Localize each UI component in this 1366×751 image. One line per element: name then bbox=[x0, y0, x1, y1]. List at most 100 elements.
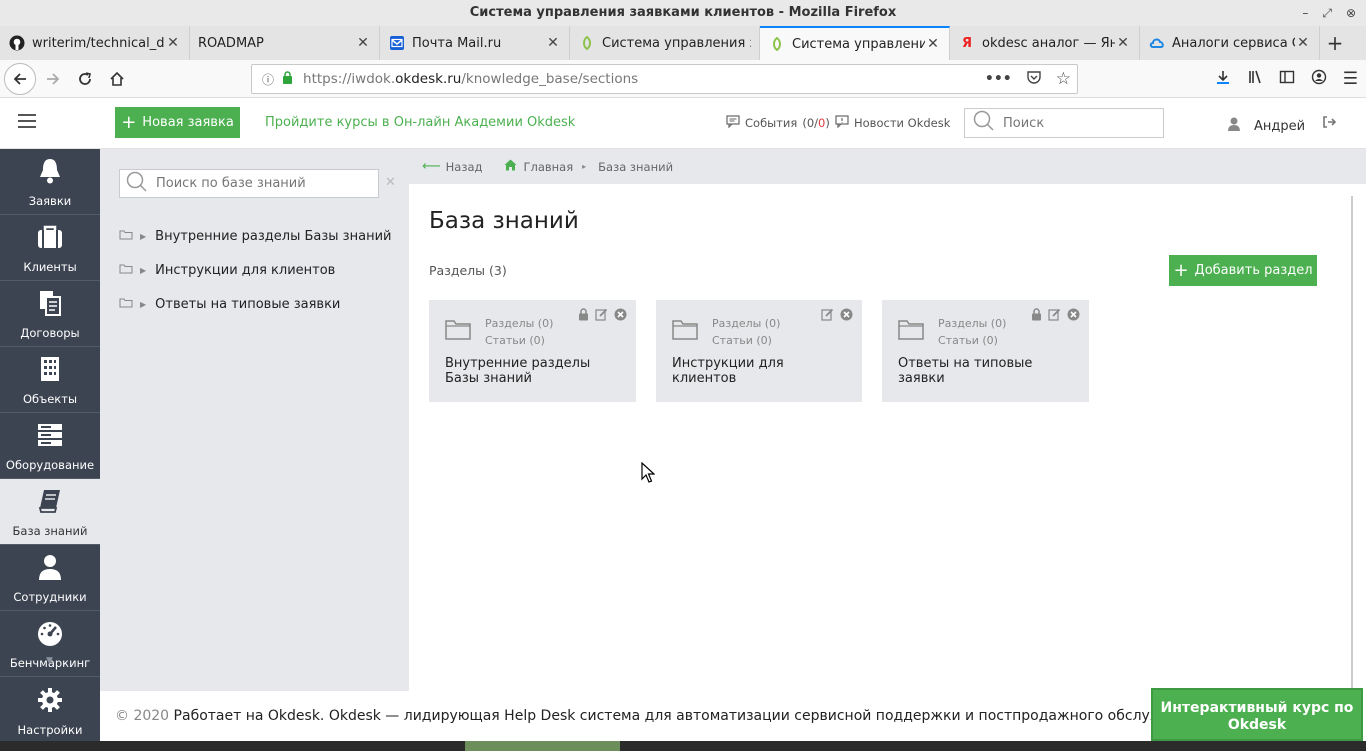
sidebar-item-knowledge-base[interactable]: База знаний bbox=[0, 479, 100, 545]
forward-button[interactable] bbox=[38, 64, 68, 94]
lock-icon bbox=[578, 308, 589, 325]
okdesk-news-link[interactable]: Новости Okdesk bbox=[835, 115, 950, 131]
events-link[interactable]: События (0/0) bbox=[726, 115, 830, 131]
sidebar-item-benchmarking[interactable]: Бенчмаркинг bbox=[0, 611, 100, 677]
kb-search-input[interactable] bbox=[156, 176, 378, 191]
back-button[interactable] bbox=[4, 63, 36, 95]
sidebar-toggle-icon[interactable] bbox=[1279, 69, 1295, 89]
logout-icon[interactable] bbox=[1322, 115, 1337, 133]
add-section-button[interactable]: + Добавить раздел bbox=[1169, 255, 1317, 286]
global-search-input[interactable] bbox=[1003, 115, 1163, 131]
new-tab-button[interactable]: + bbox=[1320, 26, 1350, 60]
pocket-icon[interactable] bbox=[1026, 69, 1042, 89]
home-button[interactable] bbox=[102, 64, 132, 94]
account-icon[interactable] bbox=[1311, 69, 1327, 89]
kb-search[interactable] bbox=[119, 169, 379, 198]
sidebar-item-settings[interactable]: Настройки bbox=[0, 677, 100, 743]
academy-courses-link[interactable]: Пройдите курсы в Он-лайн Академии Okdesk bbox=[265, 115, 575, 130]
browser-tab[interactable]: ROADMAP ✕ bbox=[190, 26, 380, 60]
sidebar-scroll-down-icon[interactable]: ▼ bbox=[46, 656, 53, 666]
new-ticket-button[interactable]: + Новая заявка bbox=[115, 107, 240, 138]
edit-icon[interactable] bbox=[821, 308, 834, 325]
breadcrumb-current: База знаний bbox=[598, 159, 674, 174]
kb-tree-panel: ✕ ▶ Внутренние разделы Базы знаний ▶ Инс… bbox=[100, 149, 409, 691]
close-window-icon[interactable]: ⊗ bbox=[1346, 0, 1356, 26]
info-icon[interactable]: ⓘ bbox=[262, 71, 274, 88]
library-icon[interactable] bbox=[1247, 69, 1263, 89]
close-icon[interactable]: ✕ bbox=[1295, 35, 1311, 51]
back-link[interactable]: ⟵ Назад bbox=[422, 159, 482, 174]
mail-icon bbox=[388, 34, 406, 52]
sidebar-item-tickets[interactable]: Заявки bbox=[0, 149, 100, 215]
restore-icon[interactable]: ⤢ bbox=[1322, 0, 1332, 26]
section-card[interactable]: Разделы (0) Статьи (0) Инструкции для кл… bbox=[656, 300, 862, 402]
menu-icon[interactable]: ☰ bbox=[1343, 69, 1358, 89]
sidebar-item-objects[interactable]: Объекты bbox=[0, 347, 100, 413]
home-link[interactable]: Главная ▸ bbox=[504, 159, 588, 174]
gear-icon bbox=[37, 685, 63, 715]
url-prefix: https://iwdok. bbox=[303, 71, 396, 87]
arrow-right-icon bbox=[47, 73, 60, 85]
copyright: © 2020 bbox=[115, 708, 170, 724]
bookmark-star-icon[interactable]: ☆ bbox=[1056, 69, 1071, 89]
card-title[interactable]: Ответы на типовые заявки bbox=[898, 356, 1077, 386]
url-bar[interactable]: ⓘ https://iwdok. okdesk.ru/knowledge_base… bbox=[251, 64, 1078, 94]
card-sections-count: Разделы (0) bbox=[712, 317, 781, 330]
os-taskbar bbox=[0, 741, 1366, 751]
close-icon[interactable]: ✕ bbox=[165, 35, 181, 51]
expand-caret-icon[interactable]: ▶ bbox=[140, 300, 146, 309]
section-card[interactable]: Разделы (0) Статьи (0) Ответы на типовые… bbox=[882, 300, 1089, 402]
clear-search-icon[interactable]: ✕ bbox=[385, 175, 396, 190]
folder-icon bbox=[119, 263, 133, 278]
scrollbar[interactable] bbox=[1351, 196, 1353, 691]
section-card[interactable]: Разделы (0) Статьи (0) Внутренние раздел… bbox=[429, 300, 636, 402]
card-title[interactable]: Инструкции для клиентов bbox=[672, 356, 850, 386]
chevron-right-icon: ▸ bbox=[582, 162, 587, 171]
delete-icon[interactable] bbox=[1067, 308, 1080, 325]
sections-count: Разделы (3) bbox=[429, 263, 507, 278]
reload-button[interactable] bbox=[70, 64, 100, 94]
tree-item[interactable]: ▶ Ответы на типовые заявки bbox=[119, 297, 340, 312]
expand-caret-icon[interactable]: ▶ bbox=[140, 266, 146, 275]
close-icon[interactable]: ✕ bbox=[545, 35, 561, 51]
browser-tab-active[interactable]: Система управления заявками ✕ bbox=[760, 26, 950, 60]
global-search[interactable] bbox=[964, 108, 1164, 138]
hamburger-menu-icon[interactable] bbox=[18, 114, 36, 128]
download-icon[interactable] bbox=[1215, 69, 1231, 89]
okdesk-icon bbox=[578, 34, 596, 52]
delete-icon[interactable] bbox=[840, 308, 853, 325]
tree-item[interactable]: ▶ Внутренние разделы Базы знаний bbox=[119, 229, 391, 244]
browser-tab[interactable]: Я okdesc аналог — Яндекс ✕ bbox=[950, 26, 1140, 60]
user-avatar-icon bbox=[1228, 117, 1240, 135]
close-icon[interactable]: ✕ bbox=[355, 35, 371, 51]
url-path: /knowledge_base/sections bbox=[461, 71, 639, 87]
delete-icon[interactable] bbox=[614, 308, 627, 325]
navigation-bar: ⓘ https://iwdok. okdesk.ru/knowledge_base… bbox=[0, 60, 1366, 98]
arrow-left-icon: ⟵ bbox=[422, 159, 441, 174]
close-icon[interactable]: ✕ bbox=[925, 36, 941, 52]
sidebar-item-employees[interactable]: Сотрудники bbox=[0, 545, 100, 611]
tree-item[interactable]: ▶ Инструкции для клиентов bbox=[119, 263, 335, 278]
browser-tab[interactable]: Аналоги сервиса Okdesk ✕ bbox=[1140, 26, 1320, 60]
sidebar-item-equipment[interactable]: Оборудование bbox=[0, 413, 100, 479]
card-sections-count: Разделы (0) bbox=[485, 317, 554, 330]
building-icon bbox=[39, 354, 61, 384]
browser-tab[interactable]: Система управления заявками bbox=[570, 26, 760, 60]
sidebar-item-contracts[interactable]: Договоры bbox=[0, 281, 100, 347]
news-icon bbox=[835, 115, 849, 131]
taskbar-active-window[interactable] bbox=[465, 741, 620, 751]
expand-caret-icon[interactable]: ▶ bbox=[140, 232, 146, 241]
edit-icon[interactable] bbox=[595, 308, 608, 325]
edit-icon[interactable] bbox=[1048, 308, 1061, 325]
close-icon[interactable]: ✕ bbox=[1115, 35, 1131, 51]
user-menu[interactable]: Андрей bbox=[1228, 117, 1305, 135]
minimize-icon[interactable]: – bbox=[1302, 0, 1308, 26]
sidebar-item-clients[interactable]: Клиенты bbox=[0, 215, 100, 281]
card-title[interactable]: Внутренние разделы Базы знаний bbox=[445, 356, 624, 386]
github-icon bbox=[8, 34, 26, 52]
interactive-course-button[interactable]: Интерактивный курс по Okdesk bbox=[1151, 688, 1363, 741]
browser-tab[interactable]: writerim/technical_doc ✕ bbox=[0, 26, 190, 60]
browser-tab[interactable]: Почта Mail.ru ✕ bbox=[380, 26, 570, 60]
more-actions-icon[interactable]: ••• bbox=[985, 71, 1012, 87]
arrow-left-icon bbox=[13, 73, 26, 85]
